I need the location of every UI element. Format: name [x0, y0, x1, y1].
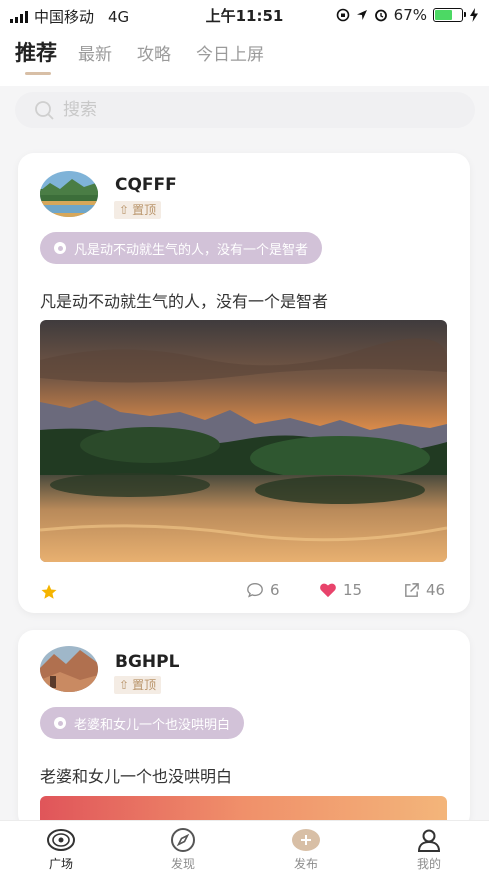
- tab-latest[interactable]: 最新: [78, 40, 112, 65]
- share-count: 46: [426, 581, 446, 599]
- post-card[interactable]: CQFFF ⇧ 置顶 凡是动不动就生气的人，没有一个是智者 凡是动不动就生气的人…: [18, 153, 470, 613]
- topic-pill[interactable]: 老婆和女儿一个也没哄明白: [40, 707, 245, 739]
- compass-icon: [171, 828, 195, 852]
- status-right: 67%: [336, 6, 479, 24]
- search-bar[interactable]: [15, 92, 475, 128]
- search-input[interactable]: [63, 100, 443, 120]
- like-button[interactable]: 15: [319, 581, 362, 599]
- nav-plaza-label: 广场: [48, 857, 73, 871]
- tab-recommend[interactable]: 推荐: [15, 37, 57, 67]
- battery-icon: [433, 8, 466, 22]
- nav-publish-label: 发布: [293, 857, 318, 871]
- tab-active-indicator: [25, 72, 51, 75]
- nav-mine[interactable]: 我的: [394, 825, 464, 872]
- post-actions: 6 15 46: [18, 581, 470, 605]
- bottom-nav: 广场 发现 发布 我的: [0, 820, 489, 875]
- topic-dot-icon: [54, 717, 66, 729]
- like-count: 15: [343, 581, 363, 599]
- alarm-icon: [374, 9, 387, 22]
- nav-mine-label: 我的: [416, 857, 441, 871]
- battery-percent: 67%: [393, 6, 427, 24]
- topic-pill[interactable]: 凡是动不动就生气的人，没有一个是智者: [40, 232, 323, 264]
- location-icon: [356, 10, 367, 20]
- post-card[interactable]: BGHPL ⇧ 置顶 老婆和女儿一个也没哄明白 老婆和女儿一个也没哄明白: [18, 630, 470, 830]
- nav-discover-label: 发现: [170, 857, 195, 871]
- tab-bar: 推荐 最新 攻略 今日上屏: [0, 30, 489, 86]
- nav-discover[interactable]: 发现: [148, 825, 218, 872]
- heart-icon: [320, 583, 336, 598]
- tab-guides[interactable]: 攻略: [137, 40, 171, 65]
- pin-arrow-icon: ⇧: [119, 678, 130, 692]
- pin-arrow-icon: ⇧: [119, 203, 130, 217]
- post-image[interactable]: [40, 320, 447, 562]
- publish-plus-icon: [292, 829, 320, 851]
- nav-publish[interactable]: 发布: [271, 825, 341, 872]
- user-icon: [417, 829, 441, 852]
- share-icon: [405, 582, 419, 597]
- nav-plaza[interactable]: 广场: [26, 825, 96, 872]
- comment-count: 6: [270, 581, 280, 599]
- topic-dot-icon: [54, 242, 66, 254]
- pinned-badge: ⇧ 置顶: [114, 676, 162, 694]
- pinned-badge-label: 置顶: [132, 678, 157, 692]
- charging-icon: [470, 8, 478, 22]
- pinned-badge-label: 置顶: [132, 203, 157, 217]
- avatar[interactable]: [38, 169, 100, 219]
- search-icon: [35, 101, 54, 120]
- tab-today-on-screen[interactable]: 今日上屏: [196, 40, 264, 65]
- status-bar: 中国移动 4G 上午11:51 67%: [0, 0, 489, 30]
- post-username[interactable]: CQFFF: [115, 175, 177, 195]
- battery-fill: [435, 10, 453, 20]
- avatar[interactable]: [38, 644, 100, 694]
- pinned-badge: ⇧ 置顶: [114, 201, 162, 219]
- comment-icon: [247, 583, 263, 598]
- topic-pill-label: 老婆和女儿一个也没哄明白: [74, 717, 231, 733]
- topic-pill-label: 凡是动不动就生气的人，没有一个是智者: [74, 242, 309, 258]
- post-text: 老婆和女儿一个也没哄明白: [40, 767, 233, 786]
- post-text: 凡是动不动就生气的人，没有一个是智者: [40, 292, 329, 311]
- screen-lock-icon: [336, 8, 349, 22]
- comment-button[interactable]: 6: [246, 581, 280, 599]
- share-button[interactable]: 46: [403, 581, 445, 599]
- plaza-icon: [47, 829, 75, 851]
- star-icon[interactable]: [40, 583, 58, 601]
- post-username[interactable]: BGHPL: [115, 652, 179, 672]
